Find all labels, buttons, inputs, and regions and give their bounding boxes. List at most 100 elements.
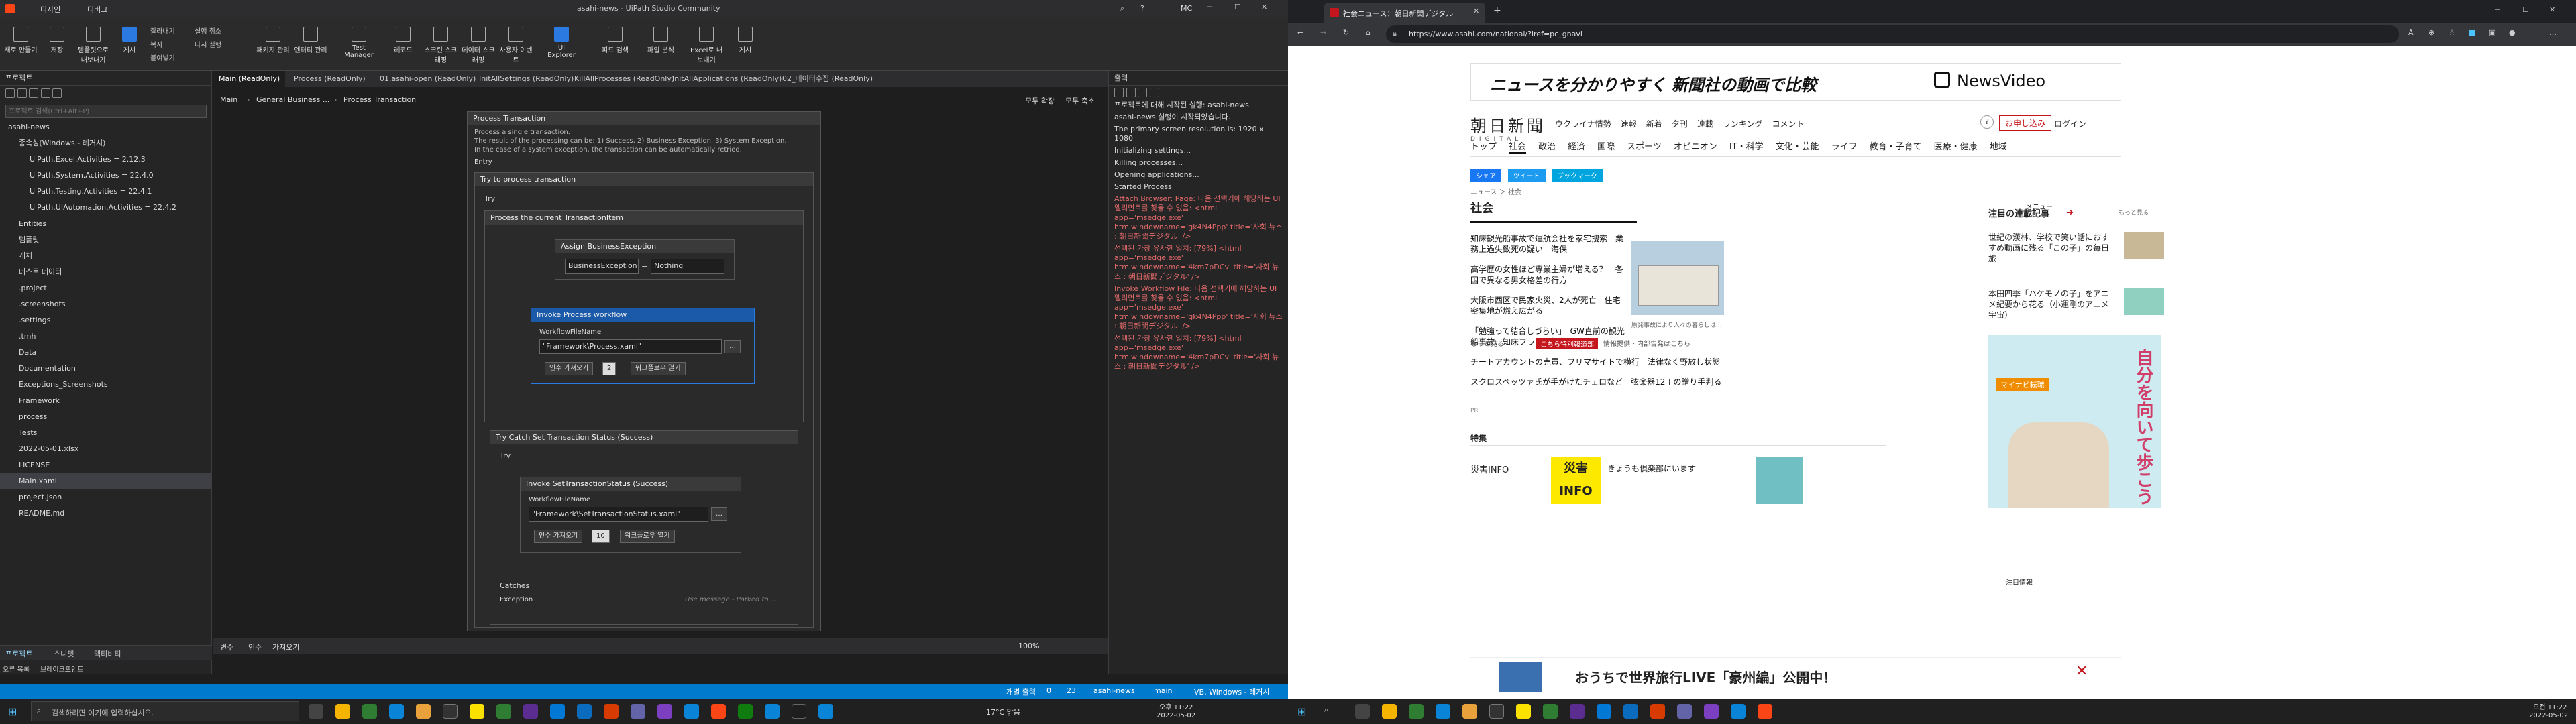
reload-icon[interactable]: ↻: [1343, 28, 1349, 37]
tree-item[interactable]: 개체: [0, 248, 211, 264]
uipath-taskbar-icon[interactable]: [711, 704, 726, 719]
document-tab[interactable]: 02_데이터수집 (ReadOnly): [777, 71, 878, 87]
tree-item[interactable]: Entities: [0, 216, 211, 232]
tree-item[interactable]: asahi-news: [0, 119, 211, 135]
tab-variables[interactable]: 변수: [220, 642, 233, 652]
status-language[interactable]: VB, Windows - 레거시: [1194, 686, 1270, 697]
tab-error-list[interactable]: 오류 목록: [3, 664, 30, 674]
right-thumb-2[interactable]: [2124, 288, 2164, 315]
close-icon[interactable]: ✕: [1261, 3, 1267, 11]
explorer-icon[interactable]: [416, 704, 431, 719]
tree-item[interactable]: 템플릿: [0, 232, 211, 248]
zoom-level[interactable]: 100%: [1018, 642, 1039, 650]
import-args-button[interactable]: 인수 가져오기: [545, 362, 594, 375]
user-initials[interactable]: MC: [1181, 4, 1192, 13]
nav-item[interactable]: トップ: [1470, 142, 1497, 152]
tree-item[interactable]: UiPath.Excel.Activities = 2.12.3: [0, 152, 211, 168]
powerpoint2-icon[interactable]: [1650, 704, 1665, 719]
signup-button[interactable]: お申し込み: [1999, 115, 2052, 131]
nav-item[interactable]: 政治: [1538, 142, 1556, 152]
process-current-item[interactable]: Process the current TransactionItem Assi…: [484, 210, 804, 422]
document-tab[interactable]: KillAllProcesses (ReadOnly): [569, 71, 680, 87]
tree-item[interactable]: 2022-05-01.xlsx: [0, 441, 211, 457]
news-headline[interactable]: スクロスベッツァ氏が手がけたチェロなど 弦楽器12丁の贈り手判る: [1470, 377, 1819, 387]
excel3-icon[interactable]: [1409, 704, 1424, 719]
browse2-button[interactable]: …: [711, 507, 727, 521]
tab-close-icon[interactable]: ✕: [1473, 7, 1479, 15]
import-args2-button[interactable]: 인수 가져오기: [534, 530, 583, 543]
address-bar[interactable]: 🔒︎ https://www.asahi.com/national/?iref=…: [1386, 25, 2399, 43]
uipath2-icon[interactable]: [1758, 704, 1772, 719]
top-link[interactable]: 連載: [1697, 119, 1713, 129]
nav-item[interactable]: 社会: [1509, 142, 1527, 154]
windows-start2-icon[interactable]: ⊞: [1297, 705, 1306, 718]
top-link[interactable]: コメント: [1772, 119, 1804, 129]
news-headline[interactable]: 知床観光船事故で運航会社を家宅捜索 業務上過失致死の疑い 海保: [1470, 233, 1625, 255]
browser-minimize-icon[interactable]: ─: [2496, 5, 2500, 14]
notion-icon[interactable]: [443, 704, 458, 719]
tree-item[interactable]: UiPath.UIAutomation.Activities = 22.4.2: [0, 200, 211, 216]
tree-item[interactable]: Main.xaml: [0, 473, 211, 489]
outlook-icon[interactable]: [550, 704, 565, 719]
tab-imports[interactable]: 가져오기: [272, 642, 299, 652]
status-errors[interactable]: 0: [1046, 686, 1051, 695]
profile-icon[interactable]: ●: [2509, 28, 2516, 37]
tree-item[interactable]: Tests: [0, 425, 211, 441]
recording-button[interactable]: 레코드: [385, 24, 421, 67]
clear-icon[interactable]: [1149, 88, 1159, 97]
settings-icon[interactable]: [52, 88, 62, 98]
favorite-icon[interactable]: ☆: [2449, 28, 2455, 37]
app3-icon[interactable]: [738, 704, 753, 719]
manage-entities-button[interactable]: 엔터티 관리: [292, 24, 329, 67]
filter-icon[interactable]: [40, 88, 50, 98]
save-button[interactable]: 저장: [39, 24, 75, 67]
share-button[interactable]: シェア: [1470, 169, 1501, 182]
warning-filter-icon[interactable]: [1126, 88, 1136, 97]
paste-button[interactable]: 붙여넣기: [150, 52, 217, 66]
right-more-link[interactable]: もっと見る: [2118, 208, 2149, 217]
document-tab[interactable]: Main (ReadOnly): [213, 71, 286, 87]
tree-item[interactable]: LICENSE: [0, 457, 211, 473]
edge3-icon[interactable]: [765, 704, 780, 719]
top-link[interactable]: ランキング: [1723, 119, 1763, 129]
browser-close-icon[interactable]: ✕: [2549, 5, 2555, 14]
document-tab[interactable]: InitAllSettings (ReadOnly): [474, 71, 579, 87]
home-icon[interactable]: ⌂: [1366, 28, 1371, 37]
open-workflow2-button[interactable]: 워크플로우 열기: [620, 530, 675, 543]
collections-icon[interactable]: ▣: [2489, 28, 2496, 37]
top-banner-ad[interactable]: ニュースを分かりやすく 新聞社の動画で比較 NewsVideo: [1470, 63, 2121, 101]
url-text[interactable]: https://www.asahi.com/national/?iref=pc_…: [1409, 29, 1582, 38]
process-transaction-sequence[interactable]: Process Transaction Process a single tra…: [467, 111, 821, 631]
edge2-icon[interactable]: [684, 704, 699, 719]
right-title-arrow-icon[interactable]: ➜: [2066, 208, 2074, 218]
help-circle-icon[interactable]: ?: [1980, 115, 1994, 129]
tree-item[interactable]: .tmh: [0, 328, 211, 345]
assign-to-field[interactable]: BusinessException: [565, 259, 639, 274]
skype-icon[interactable]: [577, 704, 592, 719]
publish-button[interactable]: 게시: [111, 24, 148, 67]
tab-snippets[interactable]: 스니펫: [54, 648, 74, 659]
top-link[interactable]: 新着: [1646, 119, 1662, 129]
new-button[interactable]: 새로 만들기: [3, 24, 39, 67]
tab-activities[interactable]: 액티비티: [94, 648, 121, 659]
bottom-ad-close-icon[interactable]: ✕: [2076, 663, 2088, 680]
club-image[interactable]: [1756, 457, 1803, 504]
project-search-input[interactable]: [5, 105, 207, 118]
status-project[interactable]: asahi-news: [1093, 686, 1135, 695]
nav-item[interactable]: 文化・芸能: [1776, 142, 1819, 152]
browse-button[interactable]: …: [724, 340, 741, 353]
invoke-process-workflow[interactable]: Invoke Process workflow WorkflowFileName…: [531, 308, 755, 384]
top-link[interactable]: ウクライナ情勢: [1555, 119, 1611, 129]
workflow-canvas[interactable]: Process Transaction Process a single tra…: [213, 109, 1108, 638]
taskbar-search[interactable]: ⌕ 검색하려면 여기에 입력하십시오.: [31, 701, 299, 721]
teams-icon[interactable]: [631, 704, 645, 719]
invoke-set-status[interactable]: Invoke SetTransactionStatus (Success) Wo…: [520, 477, 741, 553]
kakaotalk2-icon[interactable]: [1516, 704, 1531, 719]
clock2-time[interactable]: 오전 11:22: [2533, 701, 2567, 711]
task-view-icon[interactable]: [309, 704, 323, 719]
expand-all-link[interactable]: 모두 확장: [1025, 95, 1055, 106]
try-catch-set-status[interactable]: Try Catch Set Transaction Status (Succes…: [490, 430, 798, 625]
nav-item[interactable]: オピニオン: [1674, 142, 1717, 152]
chrome-icon[interactable]: [335, 704, 350, 719]
right-item-2[interactable]: 本田四季「ハケモノの子」をアニメ紀要から花る（小運剛のアニメ宇宙）: [1988, 288, 2116, 320]
